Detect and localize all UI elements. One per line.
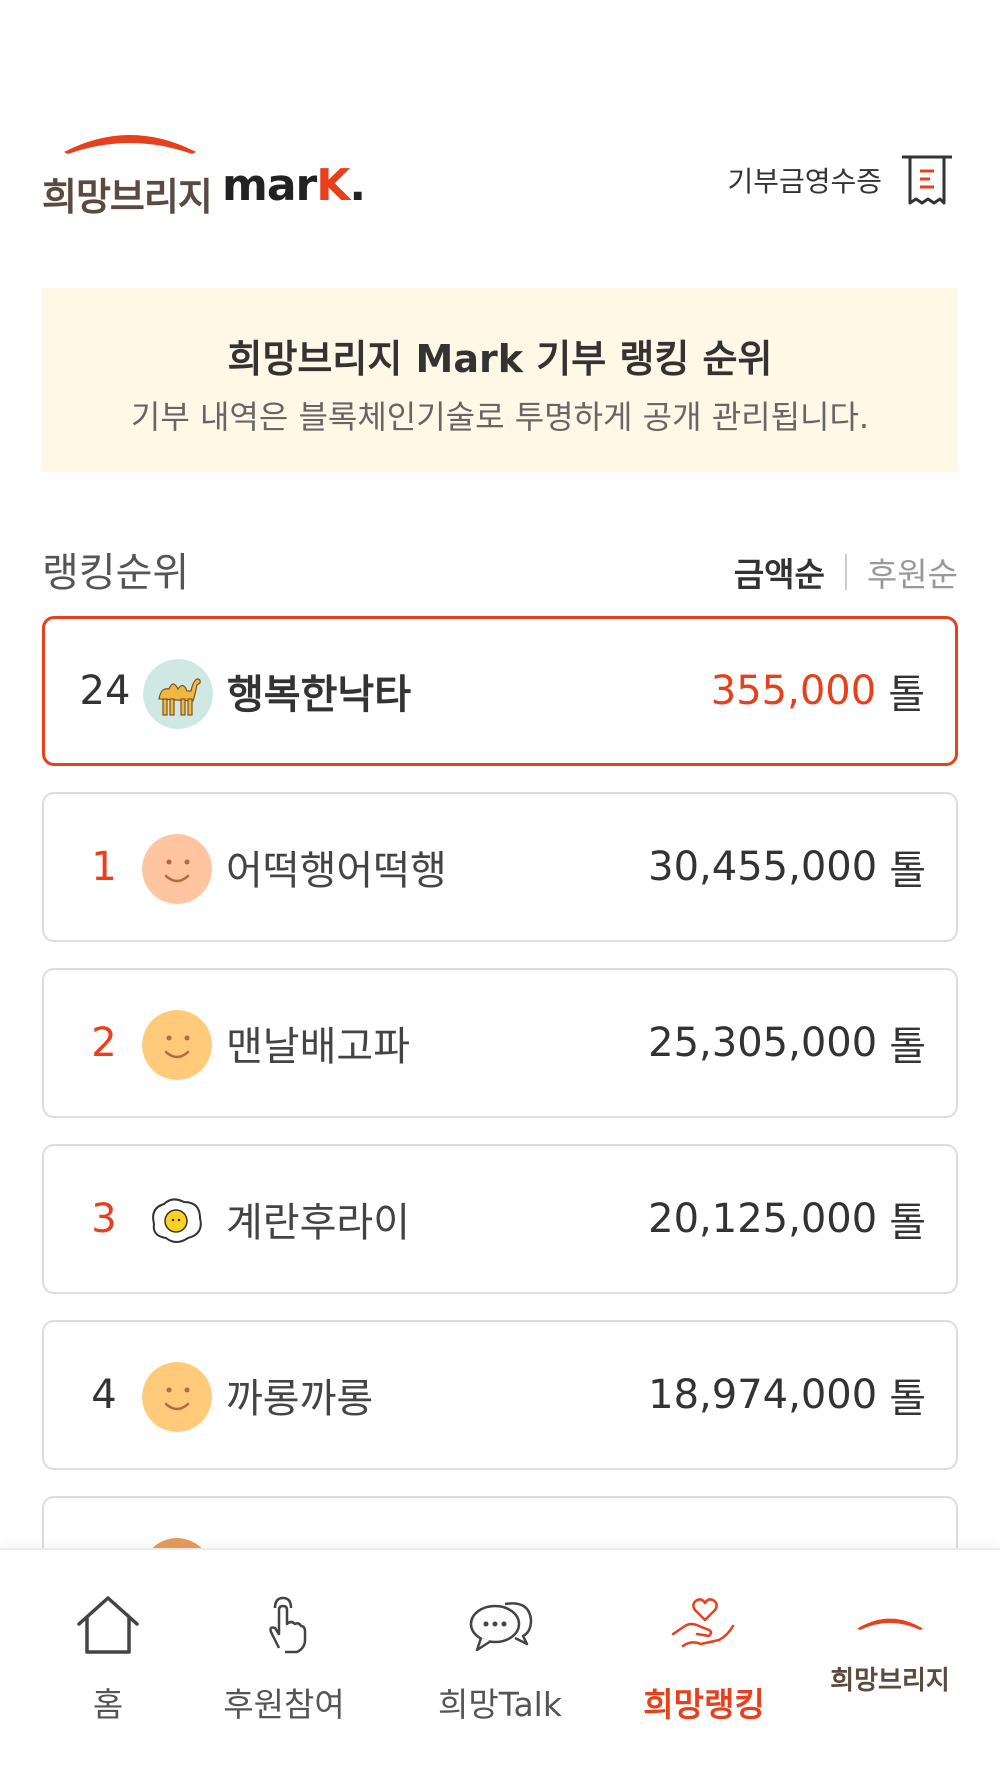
ranking-info-banner: 희망브리지 Mark 기부 랭킹 순위 기부 내역은 블록체인기술로 투명하게 … <box>42 288 958 472</box>
nav-brand-label: 희망브리지 <box>830 1666 950 1696</box>
chat-bubbles-icon <box>469 1602 533 1652</box>
nickname: 어떡행어떡행 <box>226 848 447 894</box>
ranking-section-title: 랭킹순위 <box>42 550 190 596</box>
nav-label: 홈 <box>92 1685 124 1724</box>
nickname: 까롱까롱 <box>226 1376 374 1422</box>
logo-korean-text: 희망브리지 <box>42 175 213 219</box>
sort-toggle: 금액순 후원순 <box>734 548 958 596</box>
receipt-label: 기부금영수증 <box>727 165 882 198</box>
nickname: 행복한낙타 <box>227 672 411 718</box>
app-header: 희망브리지 marK. 기부금영수증 <box>0 0 1000 260</box>
banner-subtitle: 기부 내역은 블록체인기술로 투명하게 공개 관리됩니다. <box>130 398 870 436</box>
nav-brand[interactable]: 희망브리지 <box>800 1590 980 1740</box>
donation-amount: 355,000 톨 <box>710 668 925 718</box>
brand-logo-icon <box>857 1618 923 1630</box>
nav-label: 희망랭킹 <box>643 1685 765 1724</box>
brand-logo[interactable]: 희망브리지 marK. <box>42 126 366 219</box>
fried-egg-avatar-icon <box>152 1198 202 1243</box>
logo-english-text: marK. <box>222 160 366 211</box>
nav-label: 후원참여 <box>223 1685 345 1724</box>
ranking-row[interactable]: 3 계란후라이 20,125,000 톨 <box>42 1144 958 1294</box>
banner-title: 희망브리지 Mark 기부 랭킹 순위 <box>227 337 773 381</box>
nav-talk[interactable]: 희망Talk <box>410 1590 590 1740</box>
ranking-row[interactable]: 4 까롱까롱 18,974,000 톨 <box>42 1320 958 1470</box>
donation-amount: 30,455,000 톨 <box>648 844 926 894</box>
smiley-face-avatar-icon <box>142 1010 212 1080</box>
ranking-row[interactable]: 2 맨날배고파 25,305,000 톨 <box>42 968 958 1118</box>
sort-divider <box>844 554 847 590</box>
logo-arc-icon <box>64 135 196 154</box>
ranking-row[interactable]: 1 어떡행어떡행 30,455,000 톨 <box>42 792 958 942</box>
tap-hand-icon <box>269 1596 307 1654</box>
sort-by-amount-tab[interactable]: 금액순 <box>734 548 825 596</box>
donation-amount: 18,974,000 톨 <box>648 1372 926 1422</box>
receipt-icon <box>902 155 952 205</box>
bottom-navigation: 홈 후원참여 희망Talk 희망랭킹 희망브리지 <box>0 1548 1000 1778</box>
home-icon <box>77 1596 139 1654</box>
smiley-face-avatar-icon <box>142 834 212 904</box>
heart-hand-icon <box>671 1598 735 1648</box>
sort-by-donation-tab[interactable]: 후원순 <box>867 548 958 596</box>
nav-donate[interactable]: 후원참여 <box>194 1590 374 1740</box>
my-rank-row[interactable]: 24 행복한낙타 355,000 톨 <box>42 616 958 766</box>
nickname: 맨날배고파 <box>226 1024 410 1070</box>
donation-amount: 25,305,000 톨 <box>648 1020 926 1070</box>
nav-label: 희망Talk <box>438 1685 562 1724</box>
nav-home[interactable]: 홈 <box>18 1590 198 1740</box>
nickname: 계란후라이 <box>226 1200 410 1246</box>
camel-avatar-icon <box>143 659 213 729</box>
smiley-face-avatar-icon <box>142 1362 212 1432</box>
donation-receipt-button[interactable]: 기부금영수증 <box>727 150 956 210</box>
donation-amount: 20,125,000 톨 <box>648 1196 926 1246</box>
nav-ranking[interactable]: 희망랭킹 <box>614 1590 794 1740</box>
